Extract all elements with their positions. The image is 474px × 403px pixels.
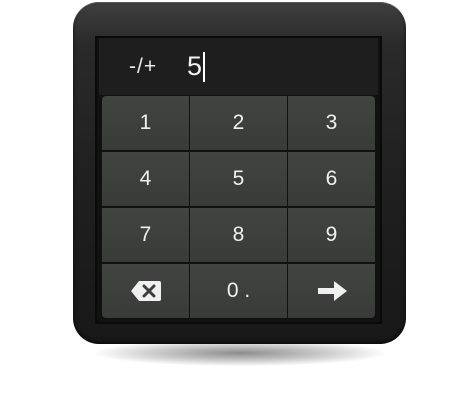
- watch-screen: -/+ 5 1 2 3 4 5 6 7 8 9 0 .: [97, 38, 380, 322]
- numeric-keypad: 1 2 3 4 5 6 7 8 9 0 .: [102, 96, 375, 318]
- key-4[interactable]: 4: [102, 152, 189, 206]
- arrow-right-icon: [315, 278, 349, 304]
- key-9[interactable]: 9: [288, 208, 375, 262]
- text-cursor: [203, 51, 205, 82]
- backspace-icon: [130, 280, 162, 302]
- key-3[interactable]: 3: [288, 96, 375, 150]
- key-6[interactable]: 6: [288, 152, 375, 206]
- sign-toggle-button[interactable]: -/+: [129, 55, 179, 79]
- key-5[interactable]: 5: [190, 152, 287, 206]
- entry-value: 5: [187, 51, 203, 81]
- number-display: -/+ 5: [99, 38, 378, 95]
- key-1[interactable]: 1: [102, 96, 189, 150]
- key-2[interactable]: 2: [190, 96, 287, 150]
- number-entry-field[interactable]: 5: [187, 51, 205, 82]
- enter-button[interactable]: [288, 264, 375, 318]
- key-8[interactable]: 8: [190, 208, 287, 262]
- key-7[interactable]: 7: [102, 208, 189, 262]
- zero-decimal-key[interactable]: 0 .: [190, 264, 287, 318]
- backspace-button[interactable]: [102, 264, 189, 318]
